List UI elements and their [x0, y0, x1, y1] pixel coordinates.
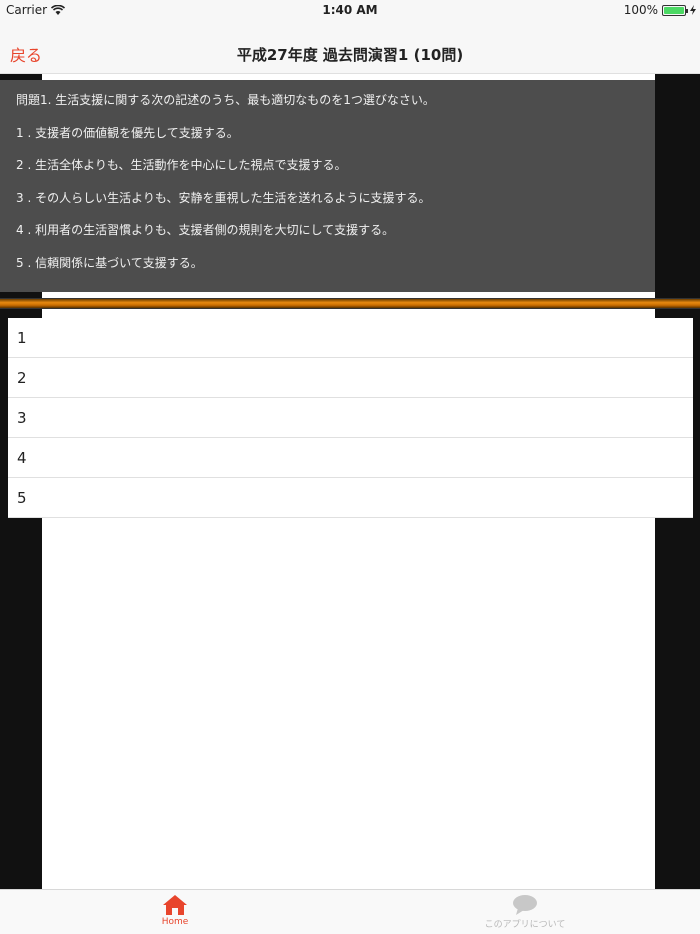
answer-list: 1 2 3 4 5: [8, 318, 693, 518]
answer-option-3[interactable]: 3: [8, 398, 693, 438]
navigation-bar: 戻る 平成27年度 過去問演習1 (10問): [0, 20, 700, 74]
bolt-icon: [690, 5, 696, 15]
question-choice-5: 5 . 信頼関係に基づいて支援する。: [16, 255, 203, 270]
status-bar: Carrier 1:40 AM 100%: [0, 0, 700, 20]
question-panel: 問題1. 生活支援に関する次の記述のうち、最も適切なものを1つ選びなさい。 1 …: [0, 80, 655, 292]
answer-option-1[interactable]: 1: [8, 318, 693, 358]
speech-bubble-icon: [513, 895, 537, 915]
question-prompt: 問題1. 生活支援に関する次の記述のうち、最も適切なものを1つ選びなさい。: [16, 93, 435, 107]
home-icon: [163, 895, 187, 915]
tab-bar: Home このアプリについて: [0, 889, 700, 934]
divider-bar: [0, 298, 700, 309]
answer-option-2[interactable]: 2: [8, 358, 693, 398]
battery-icon: [662, 4, 688, 16]
answer-option-4[interactable]: 4: [8, 438, 693, 478]
tab-about-label: このアプリについて: [484, 920, 566, 930]
question-choice-3: 3 . その人らしい生活よりも、安静を重視した生活を送れるように支援する。: [16, 190, 431, 205]
question-choice-2: 2 . 生活全体よりも、生活動作を中心にした視点で支援する。: [16, 158, 347, 172]
question-choice-4: 4 . 利用者の生活習慣よりも、支援者側の規則を大切にして支援する。: [16, 223, 395, 237]
battery-fill: [664, 6, 684, 14]
status-right: 100%: [624, 3, 696, 17]
battery-percent: 100%: [623, 3, 658, 17]
tab-home-label: Home: [161, 917, 189, 927]
status-time: 1:40 AM: [322, 3, 378, 17]
page-title: 平成27年度 過去問演習1 (10問): [236, 46, 464, 64]
question-choice-1: 1 . 支援者の価値観を優先して支援する。: [16, 125, 239, 140]
tab-home[interactable]: Home: [150, 895, 200, 927]
tab-about[interactable]: このアプリについて: [470, 895, 580, 930]
answer-option-5[interactable]: 5: [8, 478, 693, 518]
